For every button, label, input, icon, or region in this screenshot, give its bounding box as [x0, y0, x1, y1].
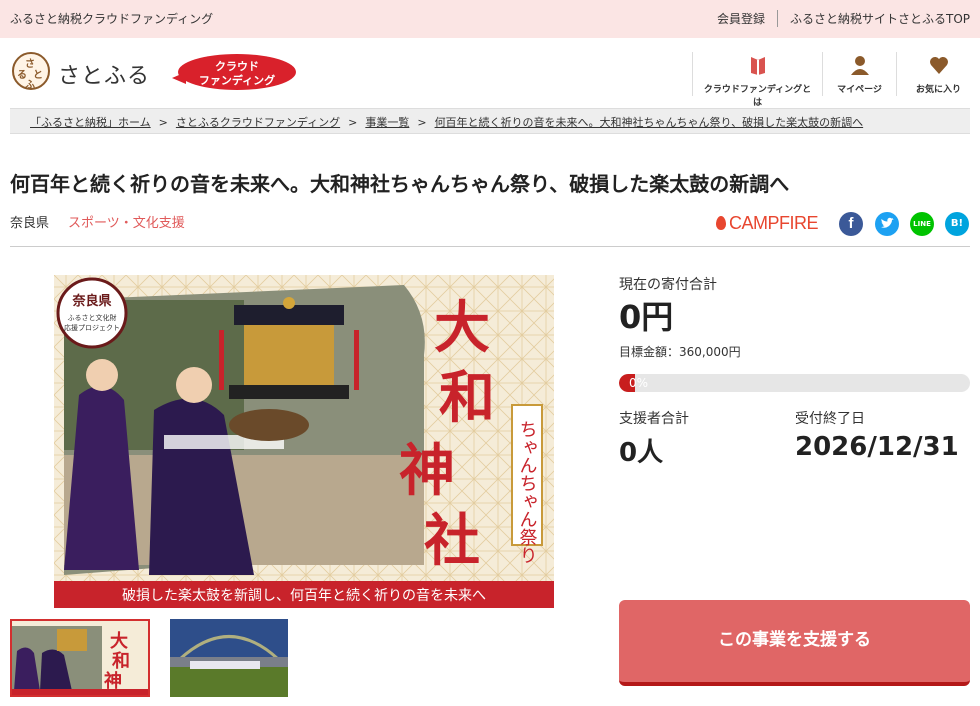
- facebook-share-icon[interactable]: f: [839, 212, 863, 236]
- deadline-value: 2026/12/31: [795, 432, 959, 462]
- header-nav: クラウドファンディングとは マイページ お気に入り: [692, 52, 980, 108]
- big-char-4: 社: [424, 508, 480, 574]
- thumbnail-1[interactable]: 大 和 神: [10, 619, 150, 697]
- thumbnail-2[interactable]: [170, 619, 288, 697]
- breadcrumb-home[interactable]: 「ふるさと納税」ホーム: [30, 116, 151, 129]
- breadcrumb-crowdfunding[interactable]: さとふるクラウドファンディング: [176, 116, 340, 129]
- svg-text:大: 大: [110, 630, 128, 652]
- header: さ る と ふ さとふる クラウド ファンディング クラウドファンディングとは …: [0, 38, 980, 108]
- total-donation-label: 現在の寄付合計: [619, 277, 717, 293]
- hatena-bookmark-icon[interactable]: B!: [945, 212, 969, 236]
- vertical-festival-label: ちゃんちゃん祭り: [517, 420, 538, 564]
- line-share-icon[interactable]: LINE: [910, 212, 934, 236]
- heart-icon: [929, 57, 948, 74]
- progress-bar: 0%: [619, 374, 970, 392]
- bird-icon: [881, 217, 894, 228]
- image-banner-text: 破損した楽太鼓を新調し、何百年と続く祈りの音を未来へ: [122, 587, 486, 604]
- site-description: ふるさと納税クラウドファンディング: [10, 12, 214, 26]
- nav-favorites[interactable]: お気に入り: [896, 52, 980, 96]
- project-main-image[interactable]: 奈良県 ふるさと文化財 応援プロジェクト 大 和 神 社 ちゃんちゃん祭り 破損…: [54, 275, 554, 608]
- page-title: 何百年と続く祈りの音を未来へ。大和神社ちゃんちゃん祭り、破損した楽太鼓の新調へ: [10, 172, 790, 196]
- breadcrumb-current[interactable]: 何百年と続く祈りの音を未来へ。大和神社ちゃんちゃん祭り、破損した楽太鼓の新調へ: [435, 116, 864, 129]
- crowdfunding-badge[interactable]: クラウド ファンディング: [172, 54, 296, 92]
- flame-icon: [716, 216, 726, 230]
- category-link[interactable]: スポーツ・文化支援: [68, 212, 185, 231]
- satofull-top-link[interactable]: ふるさと納税サイトさとふるTOP: [776, 10, 970, 27]
- top-links: 会員登録 ふるさと納税サイトさとふるTOP: [705, 10, 970, 27]
- satofull-logo-mark[interactable]: さ る と ふ: [12, 52, 50, 91]
- supporters-value: 0人: [619, 438, 664, 468]
- supporters-label: 支援者合計: [619, 411, 689, 427]
- twitter-share-icon[interactable]: [875, 212, 899, 236]
- divider: [10, 246, 970, 247]
- breadcrumb-project-list[interactable]: 事業一覧: [365, 116, 409, 129]
- goal-amount: 目標金額：360,000円: [619, 345, 741, 359]
- deadline-label: 受付終了日: [795, 411, 865, 427]
- svg-text:神: 神: [104, 670, 122, 692]
- campfire-logo[interactable]: CAMPFIRE: [716, 213, 819, 234]
- logo-text[interactable]: さとふる: [58, 58, 150, 90]
- badge-sub1: ふるさと文化財: [68, 313, 117, 322]
- badge-prefecture: 奈良県: [71, 293, 111, 309]
- breadcrumb: 「ふるさと納税」ホーム > さとふるクラウドファンディング > 事業一覧 > 何百年と続く祈…: [10, 108, 970, 134]
- prefecture-label: 奈良県: [10, 216, 50, 231]
- progress-percent: 0%: [629, 376, 649, 390]
- member-register-link[interactable]: 会員登録: [705, 10, 777, 27]
- support-project-button[interactable]: この事業を支援する: [619, 600, 970, 686]
- big-char-1: 大: [434, 295, 490, 361]
- total-donation-value: 0円: [619, 298, 674, 336]
- svg-text:和: 和: [112, 651, 130, 672]
- person-icon: [850, 56, 869, 75]
- nav-mypage[interactable]: マイページ: [822, 52, 896, 96]
- badge-sub2: 応援プロジェクト: [64, 323, 120, 332]
- book-icon: [750, 57, 765, 75]
- big-char-3: 神: [399, 438, 455, 504]
- nav-about-crowdfunding[interactable]: クラウドファンディングとは: [692, 52, 822, 108]
- top-bar: ふるさと納税クラウドファンディング 会員登録 ふるさと納税サイトさとふるTOP: [0, 0, 980, 38]
- big-char-2: 和: [439, 365, 495, 431]
